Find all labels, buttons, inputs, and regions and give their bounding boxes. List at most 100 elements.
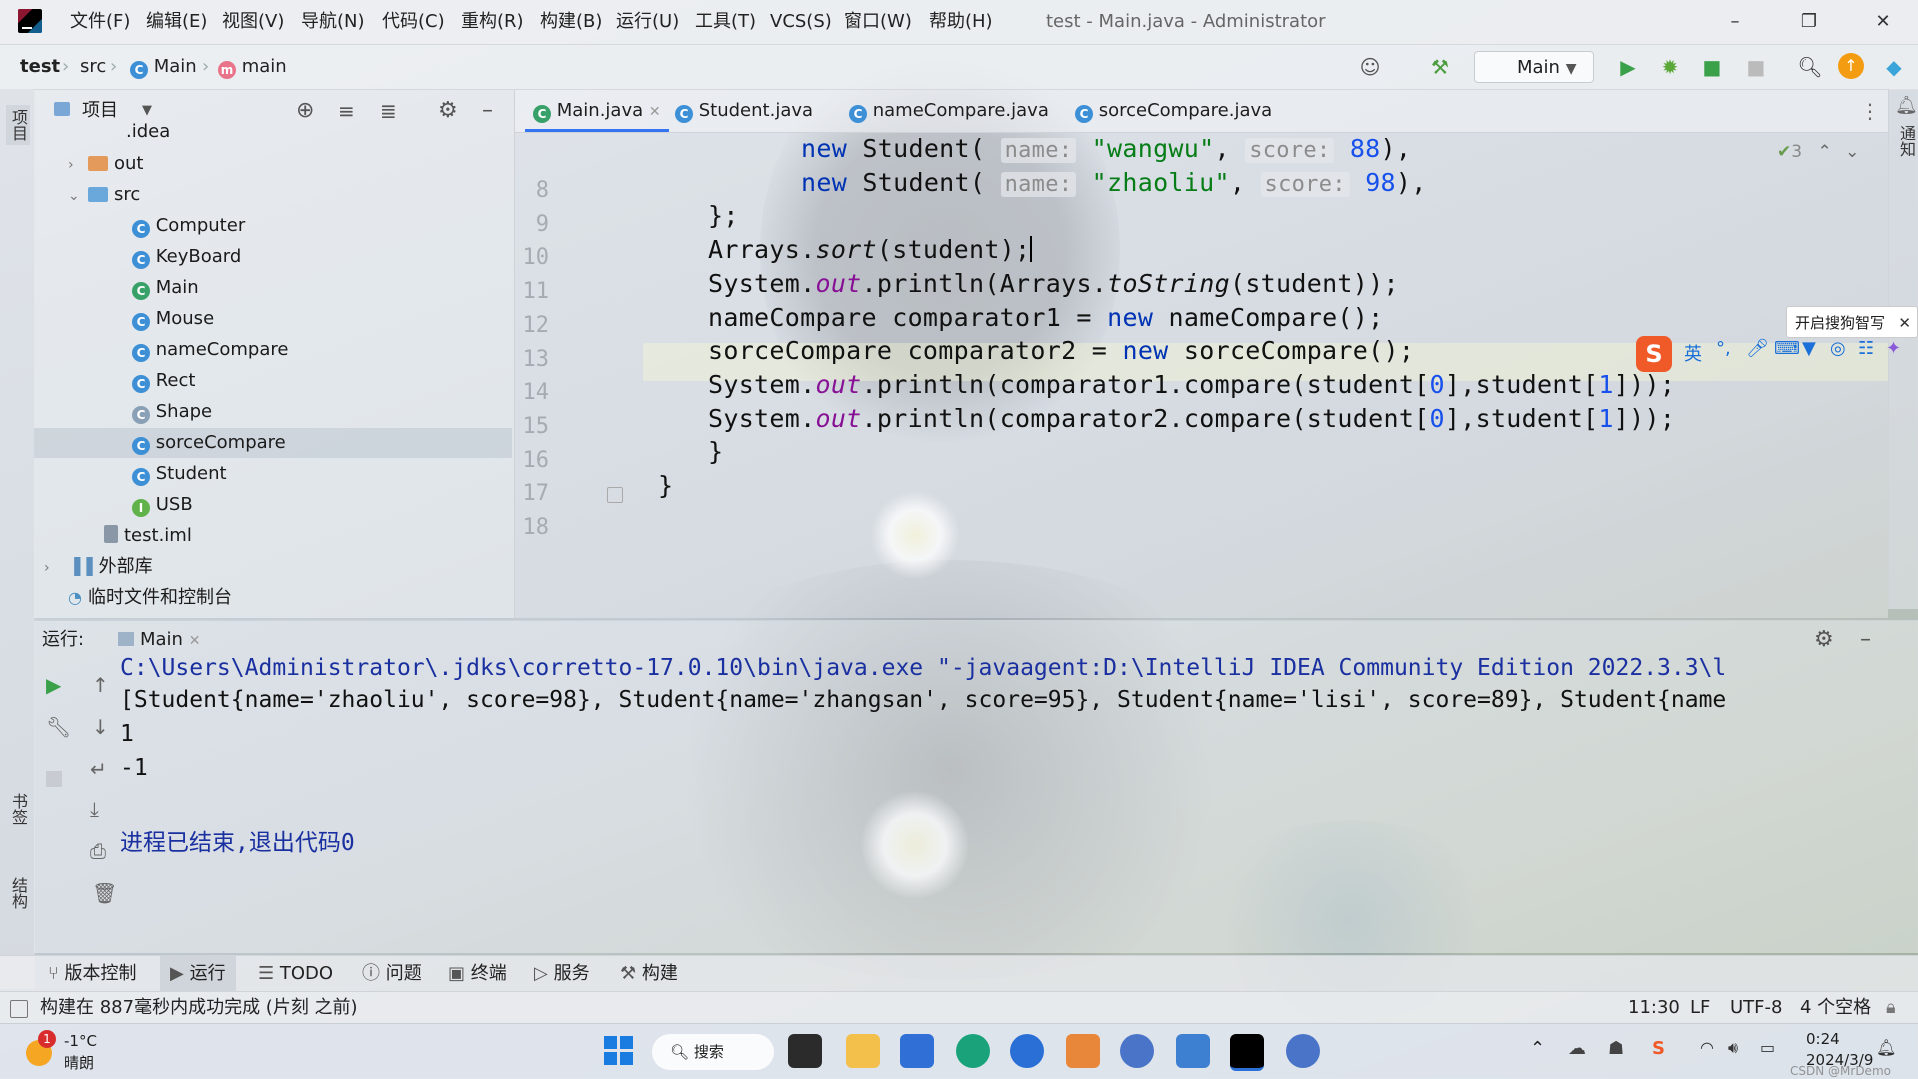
keyboard-icon[interactable]: ⌨ [1774,338,1800,359]
lock-icon[interactable]: 🔒︎ [1886,992,1896,1024]
breadcrumb-class[interactable]: C Main [130,45,197,89]
sogou-tray-icon[interactable]: S [1652,1038,1665,1059]
tree-item-rect[interactable]: C Rect [132,366,195,396]
menu-file[interactable]: 文件(F) [70,0,130,44]
menu-view[interactable]: 视图(V) [222,0,284,44]
menu-navigate[interactable]: 导航(N) [301,0,365,44]
scroll-to-end-icon[interactable]: ⤓ [90,797,99,821]
indent-setting[interactable]: 4 个空格 [1800,992,1871,1024]
punctuation-icon[interactable]: °, [1716,338,1731,359]
project-tool-button[interactable]: 项目 [6,105,30,145]
hide-panel-icon[interactable]: – [1860,621,1871,659]
tree-item-keyboard[interactable]: C KeyBoard [132,242,241,272]
store-icon[interactable] [900,1034,934,1068]
wrench-icon[interactable]: 🔧︎ [46,715,71,739]
collapse-all-icon[interactable]: ≣ [380,90,397,132]
intellij-taskbar-icon[interactable] [1230,1034,1264,1071]
skin-icon[interactable]: ▼ [1802,338,1816,359]
user-icon[interactable]: ☺ [1354,51,1386,83]
app-icon[interactable] [1120,1034,1154,1068]
gear-icon[interactable]: ⚙ [1814,621,1834,659]
menu-edit[interactable]: 编辑(E) [146,0,207,44]
inspection-widget[interactable]: ✔3 ⌃ ⌄ [1777,142,1859,162]
stop-icon[interactable] [46,771,62,787]
menu-build[interactable]: 构建(B) [540,0,602,44]
status-message[interactable]: 构建在 887毫秒内成功完成 (片刻 之前) [40,992,358,1024]
tool-run[interactable]: ▶ 运行 [160,956,236,992]
structure-tool-button[interactable]: 结构 [6,877,30,909]
start-button[interactable] [604,1036,634,1066]
tree-item-mouse[interactable]: C Mouse [132,304,214,334]
stop-icon[interactable]: ■ [1740,51,1772,83]
tree-item-src[interactable]: ⌄ src [68,180,140,210]
chevron-up-icon[interactable]: ⌃ [1817,142,1831,162]
tree-item-external-libraries[interactable]: › ▐▐ 外部库 [44,552,153,582]
close-tab-icon[interactable]: ✕ [189,633,201,649]
caret-position[interactable]: 11:30 [1628,992,1680,1024]
tool-services[interactable]: ▷ 服务 [534,956,590,992]
gear-icon[interactable]: ⚙ [438,90,458,132]
tree-item-computer[interactable]: C Computer [132,211,245,241]
bookmarks-tool-button[interactable]: 书签 [6,793,30,825]
arrow-up-icon[interactable]: ↑ [92,673,109,697]
bell-icon[interactable]: 🔔︎ [1895,95,1918,116]
restore-button[interactable]: ❐ [1786,0,1832,44]
close-window-button[interactable]: ✕ [1860,0,1906,44]
tree-item-idea[interactable]: .idea [126,122,170,146]
tree-item-student[interactable]: C Student [132,459,227,489]
menu-run[interactable]: 运行(U) [616,0,679,44]
arrow-down-icon[interactable]: ↓ [92,715,109,739]
clock-time[interactable]: 0:24 [1806,1030,1840,1048]
debug-icon[interactable]: ✹ [1654,51,1686,83]
jetbrains-toolbox-icon[interactable]: ◆ [1878,51,1910,83]
trash-icon[interactable]: 🗑︎ [92,881,117,905]
rerun-icon[interactable]: ▶ [46,673,61,697]
taskbar-search[interactable]: 🔍︎ 搜索 [652,1034,774,1070]
breadcrumb-method[interactable]: m main [218,45,287,89]
file-encoding[interactable]: UTF-8 [1730,992,1782,1024]
microphone-icon[interactable]: 🎤︎ [1746,338,1769,359]
menu-vcs[interactable]: VCS(S) [770,0,832,44]
volume-icon[interactable]: 🔊︎ [1728,1038,1738,1058]
notifications-tool-button[interactable]: 通知 [1894,125,1918,157]
toolbox-icon[interactable]: ☷ [1858,338,1874,359]
app-tray-icon[interactable]: ☗ [1608,1038,1624,1059]
menu-tools[interactable]: 工具(T) [695,0,756,44]
app-icon[interactable] [1176,1034,1210,1068]
cloud-icon[interactable]: ☁ [1568,1038,1586,1059]
notification-bell-icon[interactable]: 🔔︎ [1876,1038,1896,1057]
run-icon[interactable]: ▶ [1612,51,1644,83]
menu-refactor[interactable]: 重构(R) [461,0,524,44]
file-explorer-icon[interactable] [846,1034,880,1068]
menu-code[interactable]: 代码(C) [382,0,445,44]
minimize-button[interactable]: – [1712,0,1758,44]
ime-language-toggle[interactable]: 英 [1684,340,1702,366]
run-config-selector[interactable]: Main ▼ [1474,51,1594,83]
tool-problems[interactable]: ⓘ 问题 [362,956,422,992]
chevron-down-icon[interactable]: ⌄ [1845,142,1859,162]
tree-item-namecompare[interactable]: C nameCompare [132,335,288,365]
tool-terminal[interactable]: ▣ 终端 [448,956,507,992]
locate-file-icon[interactable]: ⊕ [296,90,314,132]
tree-item-out[interactable]: › out [68,149,143,179]
soft-wrap-icon[interactable]: ↵ [90,757,107,781]
search-icon[interactable]: 🔍︎ [1794,51,1826,83]
chevron-up-icon[interactable]: ⌃ [1530,1038,1545,1059]
ai-icon[interactable]: ✦ [1886,338,1901,359]
tool-todo[interactable]: ☰ TODO [258,956,333,992]
battery-icon[interactable]: ▭ [1760,1038,1775,1057]
tool-vcs[interactable]: ⑂ 版本控制 [48,956,137,992]
gamepad-icon[interactable]: ◎ [1830,338,1846,359]
app-icon[interactable] [1286,1034,1320,1068]
tool-build[interactable]: ⚒ 构建 [620,956,678,992]
tree-item-scratches[interactable]: ◔ 临时文件和控制台 [68,583,232,613]
menu-window[interactable]: 窗口(W) [844,0,912,44]
weather-widget[interactable]: 1 [22,1030,58,1070]
tree-item-test-iml[interactable]: test.iml [104,521,192,551]
console-output[interactable]: C:\Users\Administrator\.jdks\corretto-17… [120,657,1912,953]
expand-all-icon[interactable]: ≡ [338,90,355,132]
breadcrumb-project[interactable]: test [20,45,60,89]
status-panel-icon[interactable] [10,1000,28,1018]
project-panel-title[interactable]: 项目 [82,90,118,132]
breadcrumb-folder[interactable]: src [80,45,106,89]
